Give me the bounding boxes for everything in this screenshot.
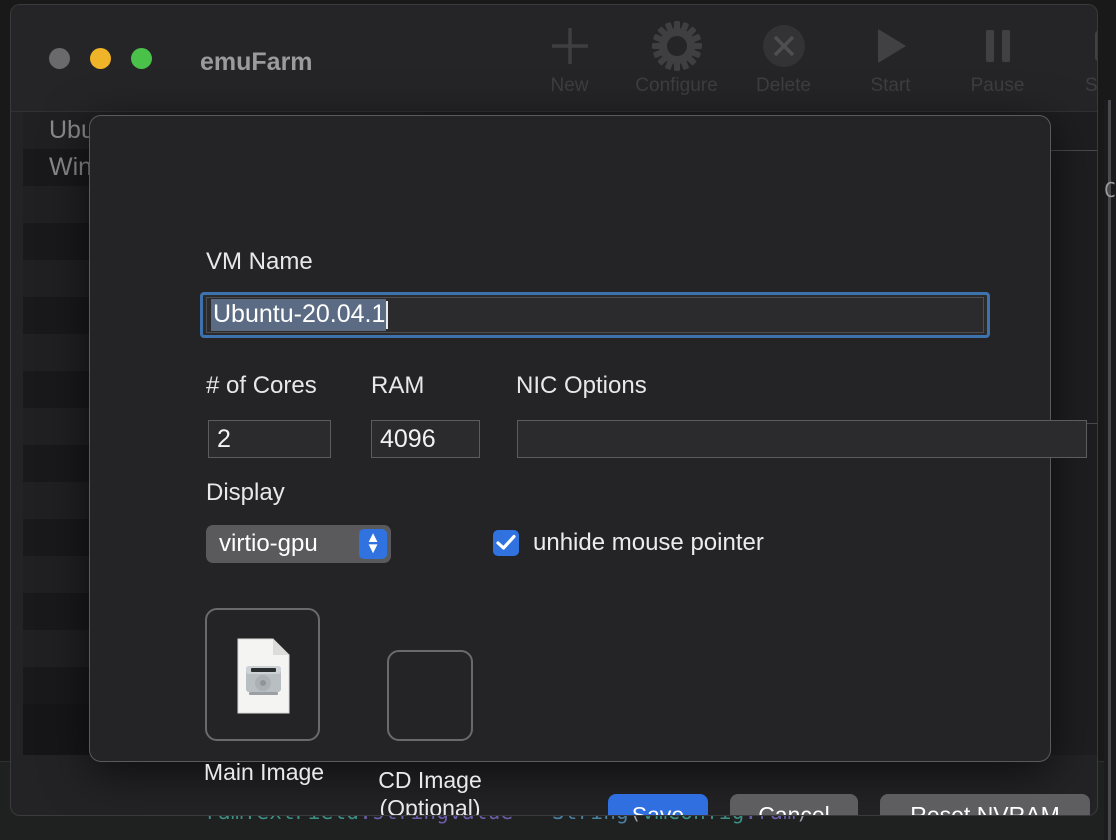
cancel-button[interactable]: Cancel	[730, 794, 858, 816]
window-toolbar: emuFarm New	[11, 5, 1097, 112]
vm-name-label: VM Name	[206, 248, 313, 276]
checkbox-checked-icon[interactable]	[493, 530, 519, 556]
vm-name-input[interactable]: Ubuntu-20.04.1	[200, 292, 990, 338]
nic-options-input[interactable]	[517, 420, 1087, 458]
toolbar-new-label: New	[516, 75, 623, 97]
window-controls	[49, 48, 152, 69]
display-selected-value: virtio-gpu	[206, 530, 359, 558]
app-window: emuFarm New	[10, 4, 1098, 816]
scrollbar-thumb[interactable]	[1108, 100, 1111, 840]
toolbar-delete-button[interactable]: Delete	[730, 19, 837, 97]
cd-image-caption: CD Image (Optional)	[362, 766, 498, 816]
toolbar-configure-label: Configure	[623, 75, 730, 97]
vm-detail-box	[1043, 150, 1098, 424]
plus-icon	[516, 19, 623, 73]
pause-icon	[944, 19, 1051, 73]
close-button[interactable]	[49, 48, 70, 69]
ram-input[interactable]: 4096	[371, 420, 480, 458]
display-label: Display	[206, 479, 285, 507]
cd-image-caption-line2: (Optional)	[362, 794, 498, 816]
vm-name-input-inner[interactable]: Ubuntu-20.04.1	[206, 297, 984, 333]
vm-config-sheet: VM Name Ubuntu-20.04.1 # of Cores RAM NI…	[89, 115, 1051, 762]
minimize-button[interactable]	[90, 48, 111, 69]
nic-label: NIC Options	[516, 372, 647, 400]
unhide-mouse-pointer-checkbox[interactable]: unhide mouse pointer	[493, 529, 764, 557]
vm-name-value: Ubuntu-20.04.1	[211, 299, 386, 331]
chevron-updown-icon: ▲▼	[359, 529, 387, 559]
display-select[interactable]: virtio-gpu ▲▼	[206, 525, 391, 563]
toolbar-configure-button[interactable]: Configure	[623, 19, 730, 97]
zoom-button[interactable]	[131, 48, 152, 69]
reset-nvram-button[interactable]: Reset NVRAM	[880, 794, 1090, 816]
x-circle-icon	[730, 19, 837, 73]
toolbar-stop-button[interactable]: Stop	[1051, 19, 1098, 97]
cd-image-well[interactable]	[387, 650, 473, 741]
editor-scrollbar[interactable]	[1104, 100, 1116, 840]
toolbar-stop-label: Stop	[1051, 75, 1098, 97]
cores-label: # of Cores	[206, 372, 317, 400]
stop-icon	[1051, 19, 1098, 73]
cores-input[interactable]: 2	[208, 420, 331, 458]
toolbar-pause-button[interactable]: Pause	[944, 19, 1051, 97]
unhide-mouse-pointer-label: unhide mouse pointer	[533, 529, 764, 557]
app-title: emuFarm	[200, 48, 313, 77]
play-icon	[837, 19, 944, 73]
gear-icon	[623, 19, 730, 73]
disk-image-document-icon	[237, 638, 290, 714]
toolbar-start-button[interactable]: Start	[837, 19, 944, 97]
partial-glyph: C	[1104, 178, 1116, 202]
toolbar-new-button[interactable]: New	[516, 19, 623, 97]
text-caret	[386, 301, 388, 329]
toolbar-pause-label: Pause	[944, 75, 1051, 97]
main-image-well[interactable]	[205, 608, 320, 741]
cd-image-caption-line1: CD Image	[362, 766, 498, 794]
toolbar-delete-label: Delete	[730, 75, 837, 97]
save-button[interactable]: Save	[608, 794, 708, 816]
main-image-caption: Main Image	[190, 758, 338, 786]
ram-label: RAM	[371, 372, 424, 400]
toolbar-start-label: Start	[837, 75, 944, 97]
toolbar-items: New	[516, 19, 1098, 97]
